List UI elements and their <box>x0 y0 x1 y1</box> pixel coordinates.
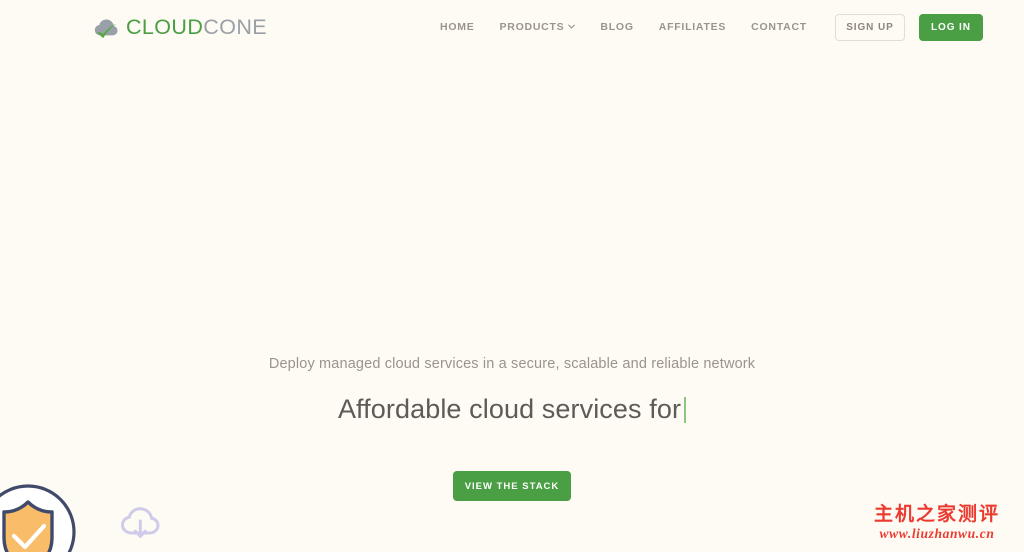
nav-item-blog[interactable]: BLOG <box>600 21 633 33</box>
sign-up-button[interactable]: SIGN UP <box>835 14 905 41</box>
log-in-button[interactable]: LOG IN <box>919 14 983 41</box>
logo-text: CLOUDCONE <box>126 15 267 40</box>
hero-section: Deploy managed cloud services in a secur… <box>0 0 1024 552</box>
nav-item-home[interactable]: HOME <box>440 21 475 33</box>
header-actions: SIGN UP LOG IN <box>835 14 983 41</box>
main-navigation: HOME PRODUCTS BLOG AFFILIATES CONTACT <box>440 21 807 33</box>
hero-subtitle: Deploy managed cloud services in a secur… <box>269 356 755 372</box>
page-title: Affordable cloud services for <box>338 394 681 425</box>
cloud-check-logo-icon <box>92 13 122 43</box>
nav-item-products[interactable]: PRODUCTS <box>499 21 575 33</box>
hero-title-row: Affordable cloud services for <box>338 394 686 425</box>
view-the-stack-button[interactable]: VIEW THE STACK <box>453 471 571 501</box>
nav-item-affiliates[interactable]: AFFILIATES <box>659 21 726 33</box>
watermark: 主机之家测评 www.liuzhanwu.cn <box>874 504 1000 542</box>
cloud-download-icon <box>119 505 163 545</box>
shield-check-icon <box>0 482 90 552</box>
chevron-down-icon <box>568 23 575 30</box>
nav-item-label: AFFILIATES <box>659 21 726 33</box>
watermark-url: www.liuzhanwu.cn <box>874 527 1000 542</box>
nav-item-label: PRODUCTS <box>499 21 564 33</box>
nav-item-contact[interactable]: CONTACT <box>751 21 807 33</box>
watermark-title: 主机之家测评 <box>874 504 1000 525</box>
nav-item-label: BLOG <box>600 21 633 33</box>
site-header: CLOUDCONE HOME PRODUCTS BLOG AFFILIATES … <box>0 0 1024 54</box>
nav-item-label: HOME <box>440 21 475 33</box>
logo[interactable]: CLOUDCONE <box>92 12 267 43</box>
nav-item-label: CONTACT <box>751 21 807 33</box>
logo-text-primary: CLOUD <box>126 15 203 39</box>
logo-text-secondary: CONE <box>203 15 267 39</box>
typing-cursor <box>684 397 686 423</box>
